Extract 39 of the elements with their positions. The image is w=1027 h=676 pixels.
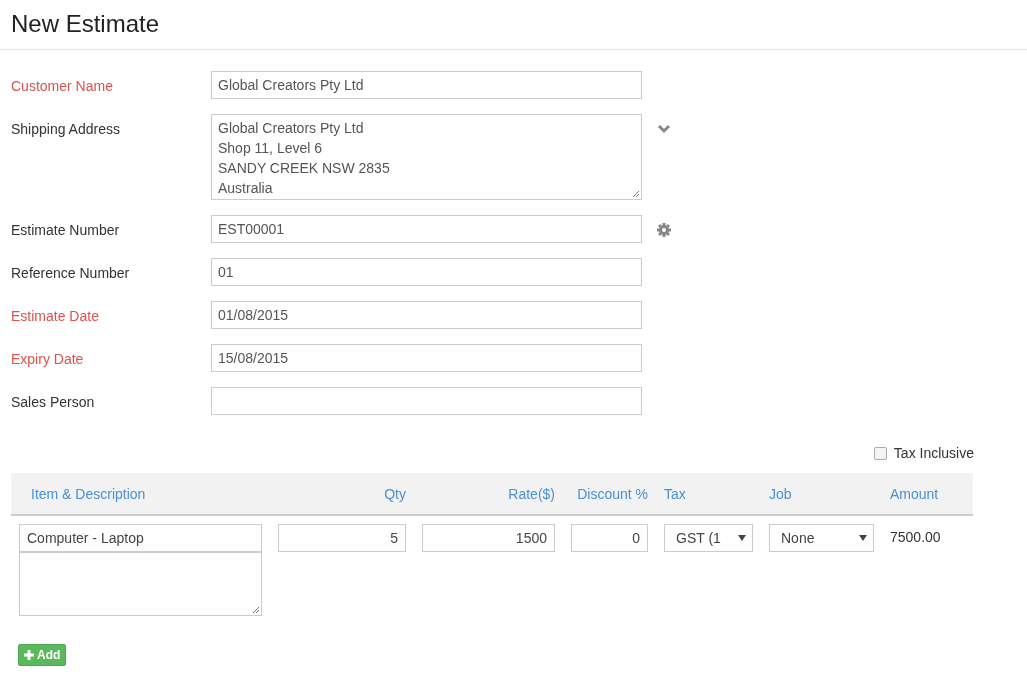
text-field[interactable] <box>211 387 642 415</box>
job-dropdown[interactable]: None <box>769 524 874 552</box>
settings-icon[interactable] <box>657 223 671 237</box>
rate-field[interactable]: 1500 <box>422 524 555 552</box>
field-label: Estimate Number <box>11 221 121 238</box>
column-header: Discount % <box>576 485 648 502</box>
column-header: Rate($) <box>507 485 555 502</box>
checkbox-label: Tax Inclusive <box>893 445 974 461</box>
resize-grip-icon[interactable] <box>632 190 640 198</box>
checkbox[interactable] <box>873 446 887 460</box>
tax-dropdown[interactable]: GST (1 <box>664 524 753 552</box>
column-header: Job <box>769 485 793 502</box>
column-header: Qty <box>383 485 406 502</box>
item-field[interactable]: Computer - Laptop <box>19 524 262 552</box>
column-header: Item & Description <box>30 485 147 502</box>
text-field[interactable]: 01/08/2015 <box>211 301 642 329</box>
text-field[interactable]: Global Creators Pty Ltd <box>211 71 642 99</box>
field-label: Reference Number <box>11 264 131 281</box>
text-field[interactable]: 01 <box>211 258 642 286</box>
text-field[interactable]: 15/08/2015 <box>211 344 642 372</box>
field-label: Customer Name <box>11 77 114 94</box>
amount-text: 7500.00 <box>890 528 942 547</box>
discount-field[interactable]: 0 <box>571 524 648 552</box>
field-label: Shipping Address <box>11 120 121 137</box>
chevron-down-icon[interactable] <box>657 122 671 136</box>
field-label: Estimate Date <box>11 307 100 324</box>
address-textarea[interactable]: Global Creators Pty Ltd Shop 11, Level 6 SANDY CREEK NSW 2835 Australia <box>211 114 642 200</box>
text-field[interactable]: EST00001 <box>211 215 642 243</box>
description-field[interactable] <box>19 552 262 616</box>
qty-field[interactable]: 5 <box>278 524 406 552</box>
plus-icon <box>24 650 34 660</box>
field-label: Expiry Date <box>11 350 85 367</box>
field-label: Sales Person <box>11 393 96 410</box>
column-header: Tax <box>664 485 687 502</box>
column-header: Amount <box>890 485 940 502</box>
page-title: New Estimate <box>10 9 161 39</box>
resize-grip-icon[interactable] <box>252 606 260 614</box>
caret-icon <box>859 535 867 541</box>
caret-icon <box>738 535 746 541</box>
